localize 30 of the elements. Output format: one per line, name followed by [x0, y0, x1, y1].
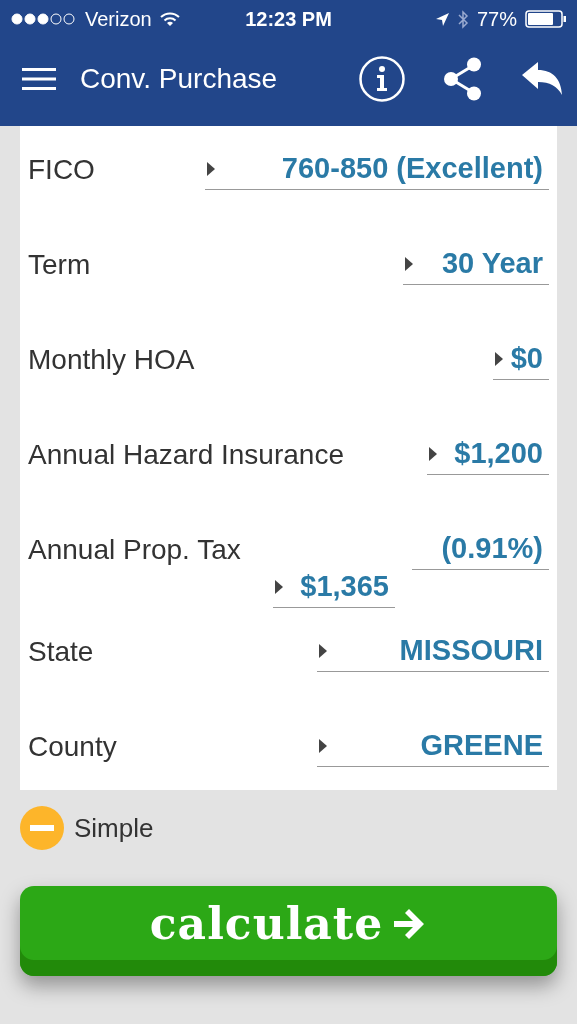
field-label: Monthly HOA: [28, 344, 195, 376]
field-label: FICO: [28, 154, 95, 186]
signal-icon: [11, 13, 77, 25]
info-icon[interactable]: [359, 56, 405, 102]
bluetooth-icon: [457, 9, 469, 29]
picker-field[interactable]: $0: [492, 342, 549, 380]
share-icon[interactable]: [443, 57, 483, 101]
status-time: 12:23 PM: [245, 7, 332, 31]
picker-field[interactable]: 30 Year: [403, 247, 549, 285]
location-arrow-icon: [434, 11, 450, 27]
field-label: Annual Prop. Tax: [28, 534, 241, 566]
carrier-name: Verizon: [85, 7, 152, 31]
menu-icon[interactable]: [22, 67, 56, 91]
battery-percent: 77%: [476, 7, 517, 31]
field-label: Annual Hazard Insurance: [28, 439, 344, 471]
battery-icon: [525, 9, 567, 29]
calculate-button[interactable]: calculate: [20, 886, 557, 976]
picker-field[interactable]: $1,365: [273, 570, 395, 608]
screen-title: Conv. Purchase: [80, 63, 278, 95]
reply-arrow-icon[interactable]: [521, 61, 563, 97]
picker-field[interactable]: $1,200: [427, 437, 549, 475]
simple-toggle[interactable]: Simple: [20, 806, 154, 850]
picker-field[interactable]: MISSOURI: [317, 634, 549, 672]
picker-field[interactable]: (0.91%): [412, 532, 549, 570]
field-label: State: [28, 636, 94, 668]
wifi-icon: [159, 11, 180, 27]
field-label: County: [28, 731, 117, 763]
field-label: Term: [28, 249, 91, 281]
picker-field[interactable]: GREENE: [317, 729, 549, 767]
picker-field[interactable]: 760-850 (Excellent): [205, 152, 549, 190]
